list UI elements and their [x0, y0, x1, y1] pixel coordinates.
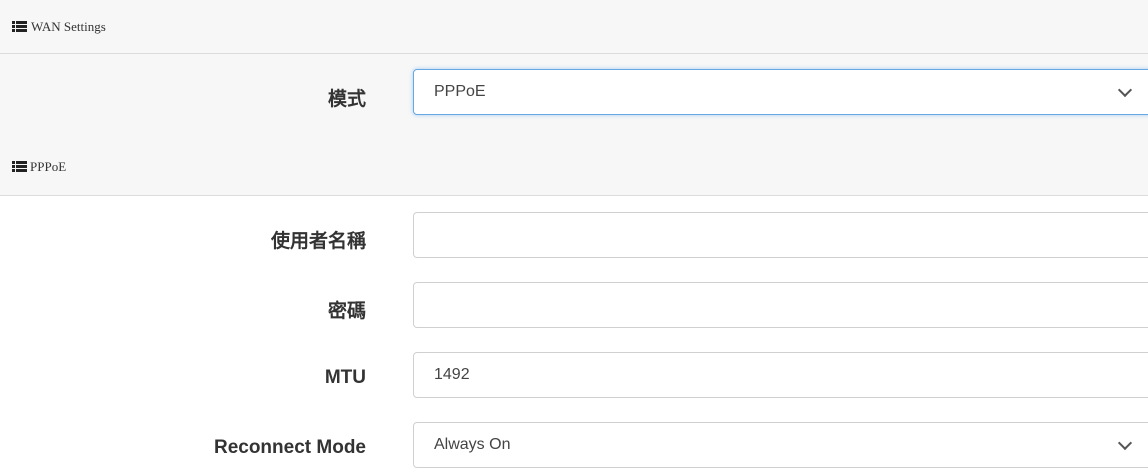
chevron-down-icon — [1117, 82, 1133, 98]
pppoe-header: PPPoE — [0, 138, 1148, 196]
password-label: 密碼 — [327, 301, 366, 322]
username-input[interactable] — [413, 212, 1148, 258]
pppoe-title: PPPoE — [30, 158, 67, 174]
mtu-input[interactable]: 1492 — [413, 352, 1148, 398]
reconnect-mode-value: Always On — [434, 436, 511, 453]
reconnect-mode-select[interactable]: Always On — [413, 422, 1148, 468]
mode-label: 模式 — [327, 89, 366, 110]
wan-settings-title: WAN Settings — [31, 18, 106, 34]
wan-settings-header: WAN Settings — [0, 0, 1148, 54]
list-icon — [12, 161, 27, 172]
reconnect-mode-label: Reconnect Mode — [213, 437, 366, 458]
chevron-down-icon — [1117, 435, 1133, 451]
mode-select[interactable]: PPPoE — [413, 69, 1148, 115]
list-icon — [12, 21, 27, 32]
mtu-label: MTU — [324, 367, 366, 388]
username-label: 使用者名稱 — [270, 231, 366, 252]
password-input[interactable] — [413, 282, 1148, 328]
mtu-value: 1492 — [434, 366, 470, 383]
mode-select-value: PPPoE — [434, 83, 486, 100]
